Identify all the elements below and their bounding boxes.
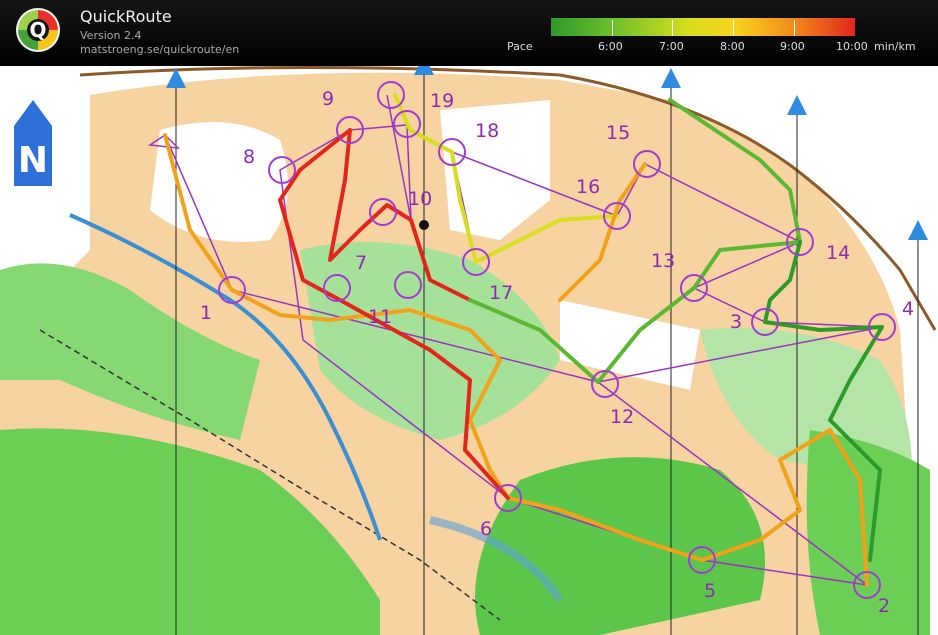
control-number: 1 — [200, 302, 213, 324]
app-url[interactable]: matstroeng.se/quickroute/en — [80, 43, 239, 56]
pace-unit: min/km — [874, 40, 916, 53]
scale-tick-mark — [672, 20, 673, 36]
forest-area — [475, 457, 765, 635]
map-canvas[interactable]: N — [0, 66, 938, 635]
pace-tick-label: 10:00 — [836, 40, 868, 53]
pace-label: Pace — [507, 40, 533, 53]
control-number: 16 — [576, 176, 601, 198]
quickroute-logo: Q — [16, 8, 60, 52]
app-title: QuickRoute — [80, 7, 172, 26]
app-header: Q QuickRoute Version 2.4 matstroeng.se/q… — [0, 0, 938, 66]
pace-color-scale — [551, 18, 855, 36]
pace-tick-label: 9:00 — [780, 40, 805, 53]
control-number: 11 — [368, 306, 393, 328]
pace-tick-label: 8:00 — [720, 40, 745, 53]
control-number: 17 — [489, 282, 514, 304]
control-number: 15 — [606, 122, 631, 144]
control-number: 5 — [704, 580, 717, 602]
north-symbol-letter: N — [18, 140, 48, 181]
control-number: 9 — [322, 88, 335, 110]
control-number: 14 — [826, 242, 851, 264]
scale-tick-mark — [794, 20, 795, 36]
scale-tick-mark — [733, 20, 734, 36]
control-number: 6 — [480, 518, 493, 540]
control-number: 13 — [651, 250, 676, 272]
control-number: 8 — [243, 146, 256, 168]
scale-tick-mark — [612, 20, 613, 36]
control-number: 4 — [902, 298, 915, 320]
app-version: Version 2.4 — [80, 29, 142, 42]
control-number: 18 — [475, 120, 500, 142]
control-number: 12 — [610, 406, 635, 428]
control-number: 7 — [355, 252, 368, 274]
pace-tick-label: 7:00 — [659, 40, 684, 53]
control-number: 2 — [878, 595, 891, 617]
control-number: 10 — [408, 188, 433, 210]
orienteering-map[interactable]: N 1 2 3 4 5 6 7 8 9 10 11 12 13 14 15 16… — [0, 66, 938, 635]
control-number: 19 — [430, 90, 455, 112]
pace-tick-label: 6:00 — [598, 40, 623, 53]
logo-letter: Q — [29, 18, 46, 42]
finish-dot — [419, 220, 429, 230]
control-number: 3 — [730, 311, 743, 333]
